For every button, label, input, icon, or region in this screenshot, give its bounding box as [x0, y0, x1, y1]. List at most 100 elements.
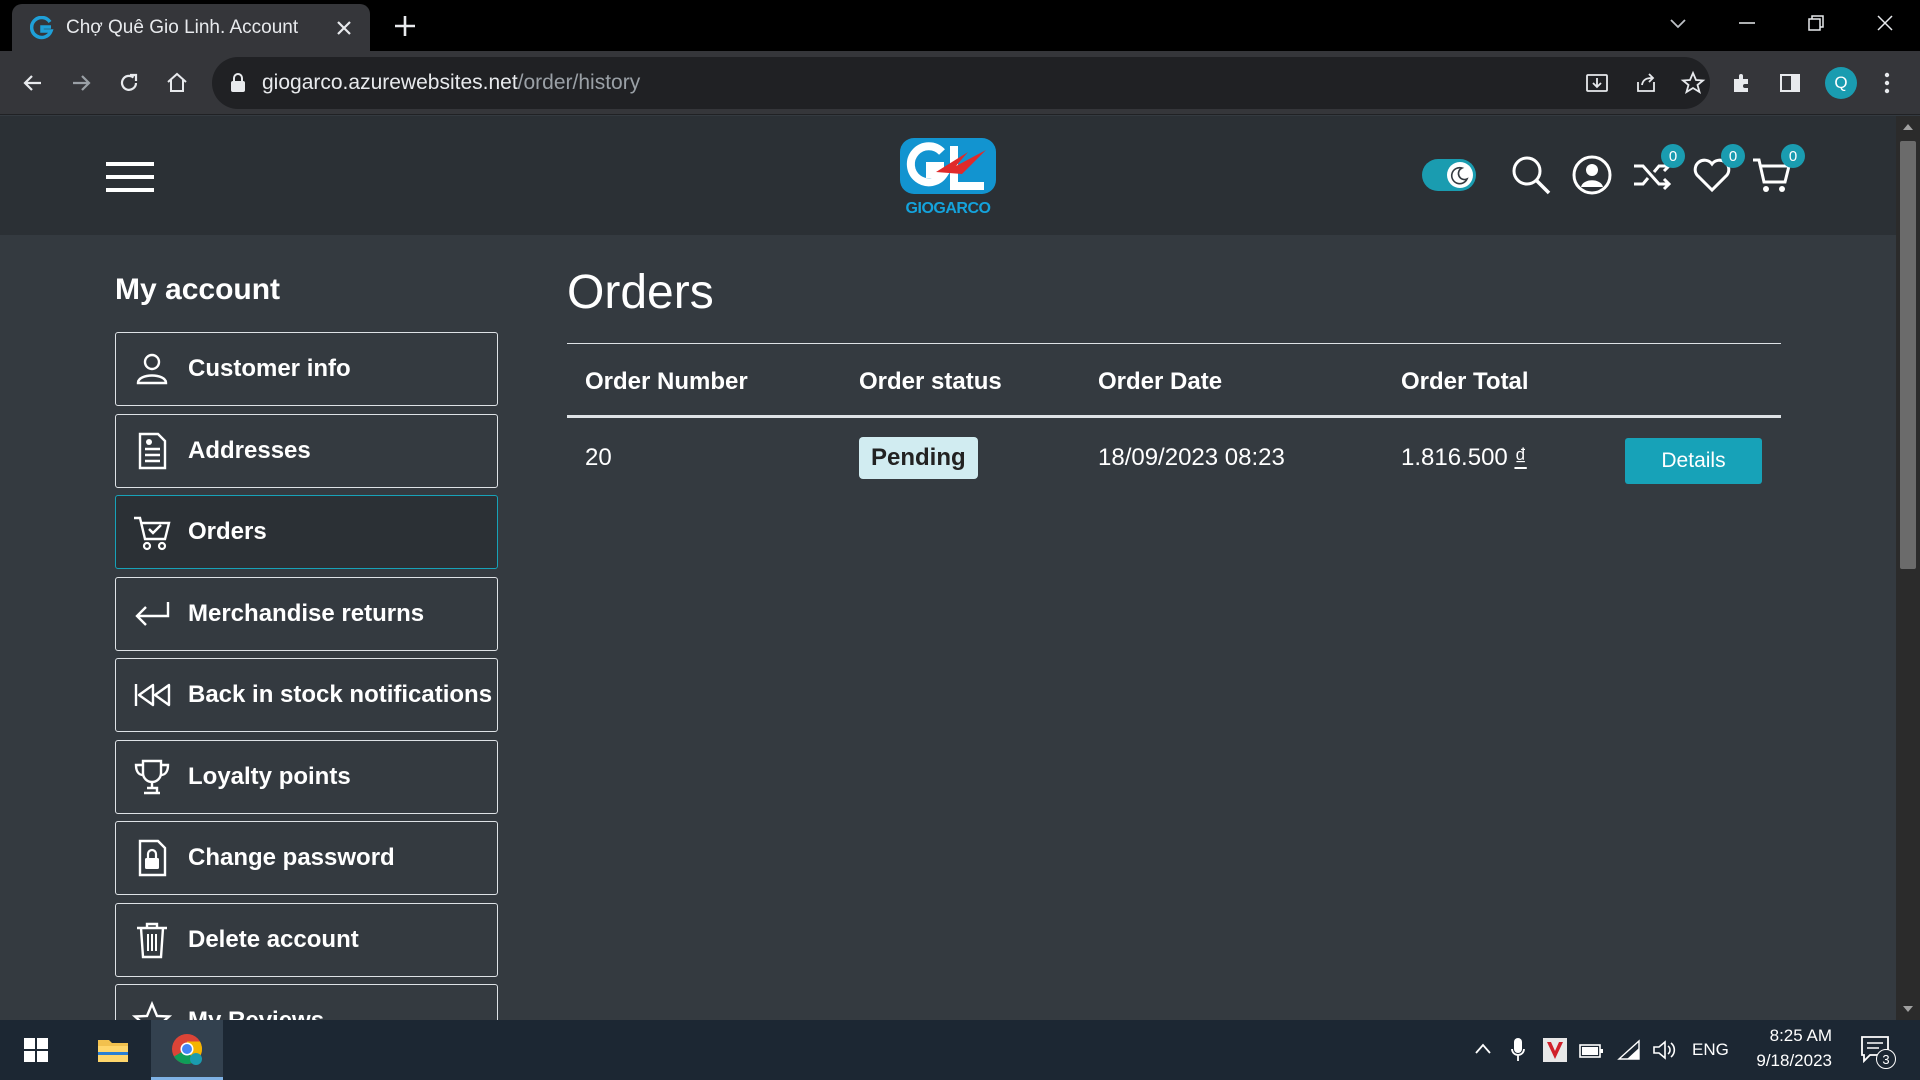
scroll-up-arrow-icon[interactable]: [1902, 122, 1914, 132]
page-title: Orders: [567, 266, 714, 319]
sidebar-item-label: My Reviews: [188, 1007, 324, 1020]
user-icon: [136, 353, 168, 385]
page-scrollbar[interactable]: [1896, 116, 1920, 1020]
battery-icon[interactable]: [1578, 1040, 1604, 1060]
scroll-down-arrow-icon[interactable]: [1902, 1004, 1914, 1014]
details-button[interactable]: Details: [1625, 438, 1762, 484]
close-window-icon[interactable]: [1867, 8, 1903, 38]
language-indicator[interactable]: ENG: [1692, 1040, 1729, 1060]
url-host: giogarco.azurewebsites.net: [262, 71, 518, 94]
site-header: GIOGARCO 0 0 0: [0, 116, 1896, 235]
site-logo[interactable]: GIOGARCO: [896, 134, 1000, 218]
back-arrow-icon: [23, 75, 41, 91]
hamburger-menu-icon[interactable]: [106, 160, 154, 194]
sidebar-item-label: Loyalty points: [188, 763, 351, 790]
antivirus-icon[interactable]: [1543, 1038, 1567, 1062]
volume-icon[interactable]: [1652, 1039, 1676, 1061]
page-viewport: GIOGARCO 0 0 0 My account Customer info …: [0, 116, 1896, 1020]
sidebar-item-change-password[interactable]: Change password: [115, 821, 498, 895]
tab-search-chevron-icon[interactable]: [1660, 8, 1696, 38]
browser-tab[interactable]: Chợ Quê Gio Linh. Account: [12, 4, 370, 51]
sidebar-item-customer-info[interactable]: Customer info: [115, 332, 498, 406]
search-icon[interactable]: [1510, 154, 1552, 196]
file-explorer-button[interactable]: [86, 1020, 140, 1080]
table-row: 20 Pending 18/09/2023 08:23 1.816.500 ₫ …: [567, 418, 1781, 502]
side-panel-button[interactable]: [1773, 66, 1807, 100]
microphone-icon[interactable]: [1510, 1037, 1526, 1063]
order-number: 20: [585, 444, 612, 471]
sidebar-item-orders[interactable]: Orders: [115, 495, 498, 569]
side-panel-icon: [1780, 74, 1800, 92]
chrome-taskbar-button[interactable]: [151, 1020, 223, 1080]
back-button[interactable]: [16, 66, 50, 100]
sidebar-item-label: Back in stock notifications: [188, 681, 493, 708]
forward-button[interactable]: [64, 66, 98, 100]
sidebar-item-label: Addresses: [188, 437, 311, 464]
windows-logo-icon: [24, 1038, 48, 1062]
profile-avatar[interactable]: Q: [1825, 67, 1857, 99]
order-total-amount: 1.816.500: [1401, 444, 1508, 471]
compare-button[interactable]: 0: [1631, 144, 1685, 196]
bookmark-star-icon[interactable]: [1680, 70, 1706, 96]
trophy-icon: [134, 759, 170, 795]
folder-icon: [98, 1040, 128, 1062]
scrollbar-thumb[interactable]: [1900, 141, 1916, 569]
browser-toolbar: giogarco.azurewebsites.net/order/history…: [0, 51, 1920, 115]
moon-icon: [1451, 166, 1469, 185]
cart-icon: [134, 516, 171, 551]
minimize-icon[interactable]: [1729, 8, 1765, 38]
cart-button[interactable]: 0: [1751, 144, 1805, 196]
extensions-button[interactable]: [1725, 66, 1759, 100]
close-tab-icon[interactable]: [332, 16, 356, 40]
reload-icon: [120, 73, 138, 91]
windows-taskbar: ENG 8:25 AM 9/18/2023 3: [0, 1020, 1920, 1080]
address-bar[interactable]: giogarco.azurewebsites.net/order/history: [212, 57, 1710, 109]
order-total: 1.816.500 ₫: [1401, 444, 1527, 472]
action-center-button[interactable]: 3: [1860, 1035, 1896, 1069]
sidebar-item-label: Orders: [188, 518, 267, 545]
restore-icon[interactable]: [1798, 8, 1834, 38]
toggle-knob: [1447, 162, 1473, 188]
chevron-up-icon[interactable]: [1474, 1042, 1492, 1056]
trash-icon: [137, 922, 167, 959]
sidebar-item-addresses[interactable]: Addresses: [115, 414, 498, 488]
sidebar-item-my-reviews[interactable]: My Reviews: [115, 984, 498, 1020]
sidebar-item-label: Merchandise returns: [188, 600, 425, 627]
sidebar-item-label: Delete account: [188, 926, 359, 953]
address-book-icon: [138, 432, 167, 470]
currency-symbol: ₫: [1514, 444, 1527, 471]
column-header-order-status: Order status: [859, 368, 1002, 395]
clock-time: 8:25 AM: [1769, 1026, 1832, 1045]
more-vertical-icon: [1884, 72, 1890, 94]
clock[interactable]: 8:25 AM 9/18/2023: [1740, 1026, 1832, 1071]
account-icon[interactable]: [1571, 154, 1613, 196]
start-button[interactable]: [12, 1020, 60, 1080]
chrome-menu-button[interactable]: [1870, 66, 1904, 100]
sidebar-item-back-in-stock[interactable]: Back in stock notifications: [115, 658, 498, 732]
clock-date: 9/18/2023: [1756, 1051, 1832, 1070]
rewind-icon: [134, 683, 171, 707]
column-header-order-number: Order Number: [585, 368, 748, 395]
url-text[interactable]: giogarco.azurewebsites.net/order/history: [262, 71, 640, 95]
notification-count-badge: 3: [1876, 1049, 1896, 1069]
sidebar-item-loyalty-points[interactable]: Loyalty points: [115, 740, 498, 814]
dark-mode-toggle[interactable]: [1422, 159, 1476, 191]
install-app-icon[interactable]: [1584, 70, 1610, 96]
new-tab-icon[interactable]: [392, 13, 418, 39]
reload-button[interactable]: [112, 66, 146, 100]
puzzle-icon: [1734, 74, 1748, 92]
chrome-icon: [172, 1033, 203, 1065]
tab-title: Chợ Quê Gio Linh. Account: [66, 16, 299, 38]
wifi-icon[interactable]: [1617, 1039, 1641, 1061]
sidebar-item-delete-account[interactable]: Delete account: [115, 903, 498, 977]
column-header-order-total: Order Total: [1401, 368, 1529, 395]
wishlist-button[interactable]: 0: [1691, 144, 1745, 196]
home-icon: [167, 72, 187, 92]
sidebar-title: My account: [115, 273, 281, 306]
sidebar-item-merchandise-returns[interactable]: Merchandise returns: [115, 577, 498, 651]
site-favicon-icon: [30, 15, 54, 39]
compare-count-badge: 0: [1661, 144, 1685, 168]
home-button[interactable]: [160, 66, 194, 100]
sidebar-item-label: Change password: [188, 844, 395, 871]
share-icon[interactable]: [1633, 70, 1659, 96]
